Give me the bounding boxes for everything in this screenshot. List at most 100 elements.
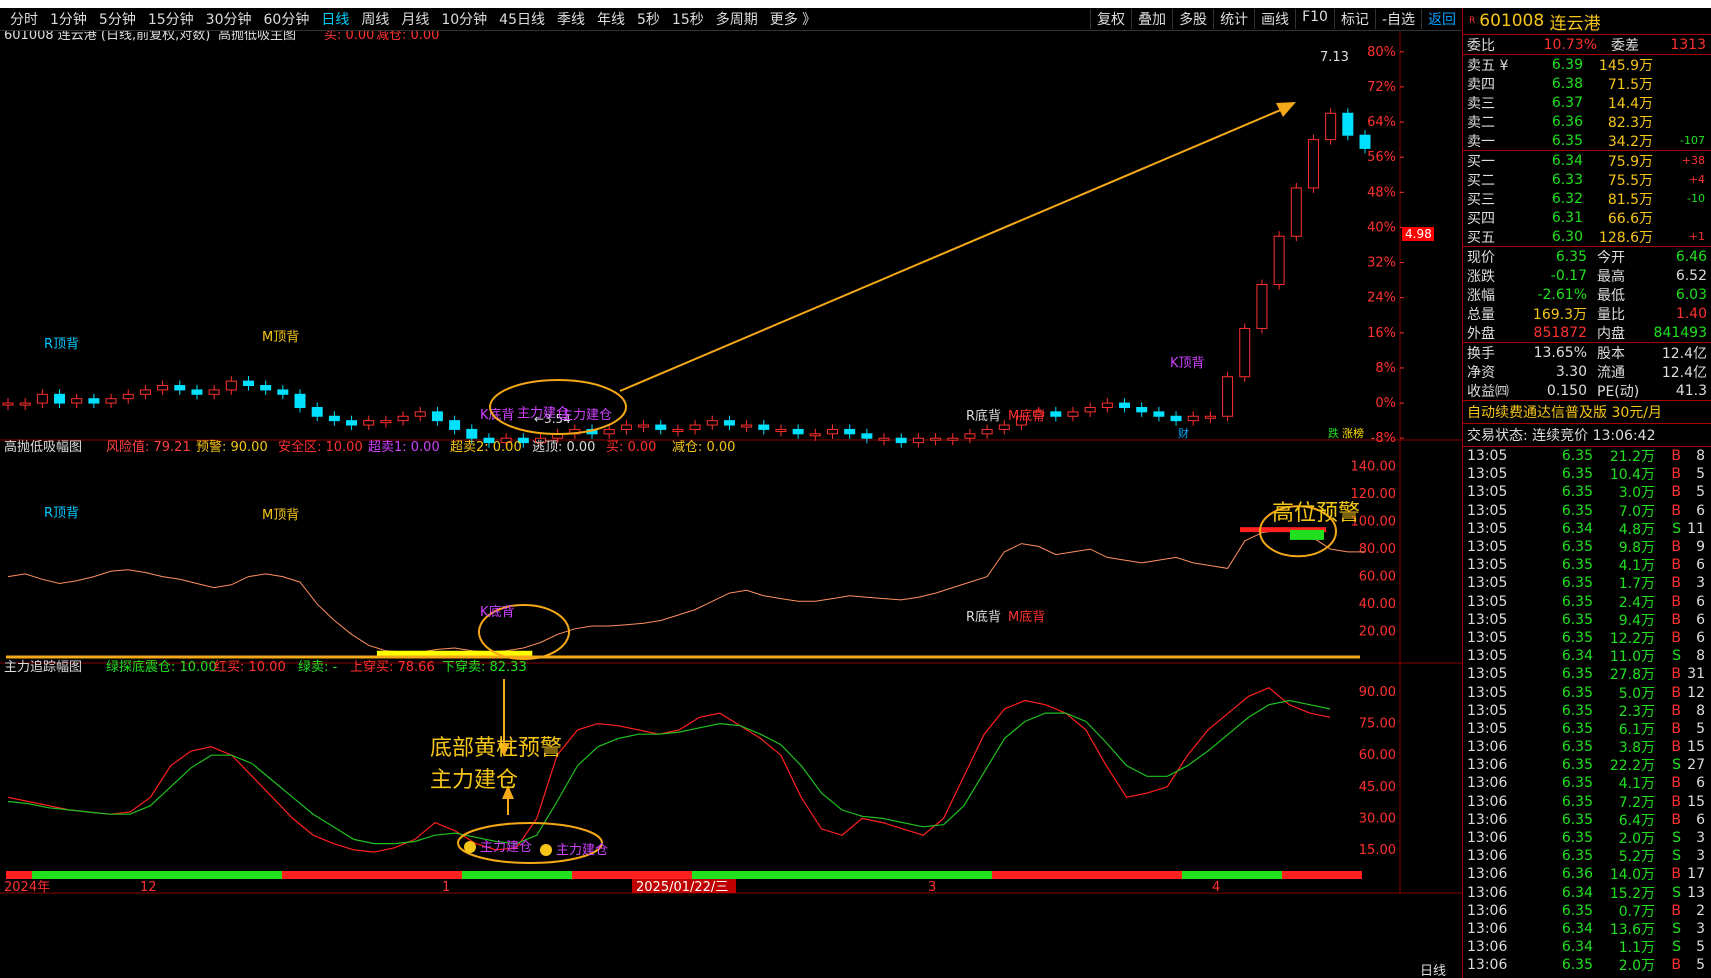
period-tab-13[interactable]: 5秒 <box>631 9 666 29</box>
bid-row[interactable]: 买二 6.33 75.5万 +4 <box>1463 170 1711 189</box>
sub2-param: 上穿买: 78.66 <box>350 659 435 675</box>
trade-count: 3 <box>1696 920 1705 937</box>
trade-direction: B <box>1671 666 1681 683</box>
sub1-param: 风险值: 79.21 <box>106 439 191 455</box>
candle <box>242 380 254 387</box>
main-signal-label: K顶背 <box>1170 356 1205 371</box>
toolbar-action-5[interactable]: F10 <box>1295 9 1334 29</box>
main-y-tick: 64% <box>1367 115 1396 130</box>
period-tab-1[interactable]: 1分钟 <box>44 9 93 29</box>
stat-label: 现价 <box>1467 249 1495 266</box>
trade-direction: B <box>1671 811 1681 828</box>
period-tab-16[interactable]: 更多 》 <box>764 9 822 29</box>
quote-header[interactable]: R 601008 连云港 <box>1463 8 1711 35</box>
bid-row[interactable]: 买四 6.31 66.6万 <box>1463 208 1711 227</box>
candle <box>2 402 14 406</box>
candle <box>431 411 443 422</box>
period-tab-7[interactable]: 周线 <box>355 9 395 29</box>
weibi-label: 委比 <box>1467 37 1495 54</box>
trade-row: 13:05 6.35 10.4万 B 5 <box>1463 465 1711 483</box>
bid-row[interactable]: 买一 6.34 75.9万 +38 <box>1463 151 1711 170</box>
trade-price: 6.35 <box>1561 793 1593 810</box>
sub1-param: 超卖2: 0.00 <box>450 440 522 455</box>
trade-volume: 15.2万 <box>1609 885 1655 902</box>
trade-price: 6.35 <box>1561 502 1593 519</box>
trade-row: 13:05 6.35 6.1万 B 5 <box>1463 720 1711 738</box>
toolbar-action-4[interactable]: 画线 <box>1254 9 1295 29</box>
ask-row[interactable]: 卖四 6.38 71.5万 <box>1463 74 1711 93</box>
period-tab-9[interactable]: 10分钟 <box>435 9 493 29</box>
chart-svg[interactable]: 601008 连云港 (日线,前复权,对数) 高抛低吸主图 买: 0.00 减仓: 0… <box>0 31 1462 978</box>
candle <box>1359 134 1371 149</box>
stat-value: 169.3万 <box>1532 306 1587 323</box>
trade-time: 13:05 <box>1467 448 1508 465</box>
trade-row: 13:06 6.34 1.1万 S 5 <box>1463 938 1711 956</box>
period-tab-10[interactable]: 45日线 <box>493 9 551 29</box>
ask-row[interactable]: 卖一 6.35 34.2万 -107 <box>1463 131 1711 150</box>
ad-line[interactable]: 自动续费通达信普及版 30元/月 <box>1463 401 1711 424</box>
trade-time: 13:05 <box>1467 702 1508 719</box>
candle <box>466 428 478 439</box>
period-tab-2[interactable]: 5分钟 <box>93 9 142 29</box>
trade-direction: B <box>1671 557 1681 574</box>
candle <box>1170 415 1182 422</box>
sub1-signal-label: R底背 <box>966 609 1001 625</box>
trade-direction: S <box>1672 830 1681 847</box>
stat-value: 6.46 <box>1675 248 1707 265</box>
trade-time: 13:06 <box>1467 866 1508 883</box>
candle <box>311 406 323 417</box>
period-tab-8[interactable]: 月线 <box>395 9 435 29</box>
main-y-tick: 72% <box>1367 80 1396 95</box>
sub2-param: 下穿卖: 82.33 <box>442 659 527 675</box>
ask-row[interactable]: 卖五 ¥ 6.39 145.9万 <box>1463 55 1711 74</box>
toolbar-action-3[interactable]: 统计 <box>1213 9 1254 29</box>
period-tab-4[interactable]: 30分钟 <box>200 9 258 29</box>
trade-count: 9 <box>1696 539 1705 556</box>
period-tab-3[interactable]: 15分钟 <box>142 9 200 29</box>
toolbar-action-1[interactable]: 叠加 <box>1131 9 1172 29</box>
bid-row[interactable]: 买五 6.30 128.6万 +1 <box>1463 227 1711 246</box>
sub1-signal-label: R顶背 <box>44 506 79 521</box>
toolbar-action-7[interactable]: -自选 <box>1374 9 1421 29</box>
period-tab-12[interactable]: 年线 <box>591 9 631 29</box>
trade-count: 11 <box>1687 520 1705 537</box>
ask-volume: 34.2万 <box>1607 133 1653 150</box>
period-tab-5[interactable]: 60分钟 <box>258 9 316 29</box>
toolbar-action-2[interactable]: 多股 <box>1172 9 1213 29</box>
toolbar-action-8[interactable]: 返回 <box>1421 9 1462 29</box>
period-tab-6[interactable]: 日线 <box>315 9 355 29</box>
trade-count: 27 <box>1687 757 1705 774</box>
trade-direction: S <box>1672 884 1681 901</box>
chart-area[interactable]: 601008 连云港 (日线,前复权,对数) 高抛低吸主图 买: 0.00 减仓: 0… <box>0 31 1462 978</box>
stat-value: 841493 <box>1653 324 1707 341</box>
trade-direction: B <box>1671 448 1681 465</box>
stat-label: 内盘 <box>1597 325 1625 342</box>
bid-row[interactable]: 买三 6.32 81.5万 -10 <box>1463 189 1711 208</box>
period-tab-11[interactable]: 季线 <box>551 9 591 29</box>
bid-volume: 66.6万 <box>1607 210 1653 227</box>
period-tab-0[interactable]: 分时 <box>4 9 44 29</box>
toolbar-action-0[interactable]: 复权 <box>1090 9 1131 29</box>
period-tabs: 分时 1分钟 5分钟 15分钟 30分钟 60分钟 日线 周线 月线 10分钟 45日线 季线 年线 5秒… <box>0 9 822 29</box>
ask-volume: 82.3万 <box>1607 114 1653 131</box>
candle <box>36 393 48 404</box>
trade-volume: 1.1万 <box>1618 940 1655 957</box>
trade-price: 6.35 <box>1561 848 1593 865</box>
weicha-label: 委差 <box>1611 37 1639 54</box>
main-signal-label: M底背 <box>1008 408 1045 424</box>
trade-count: 6 <box>1696 775 1705 792</box>
candle <box>260 385 272 391</box>
ask-row[interactable]: 卖二 6.36 82.3万 <box>1463 112 1711 131</box>
main-y-tick: 80% <box>1367 45 1396 60</box>
signal-strip <box>992 871 1182 879</box>
ask-row[interactable]: 卖三 6.37 14.4万 <box>1463 93 1711 112</box>
trade-direction: B <box>1671 902 1681 919</box>
period-tab-14[interactable]: 15秒 <box>666 9 710 29</box>
toolbar-action-6[interactable]: 标记 <box>1333 9 1375 29</box>
trade-volume: 9.8万 <box>1618 540 1655 557</box>
period-tab-15[interactable]: 多周期 <box>710 9 764 29</box>
trade-count: 5 <box>1696 466 1705 483</box>
weibi-value: 10.73% <box>1543 36 1597 53</box>
trade-price: 6.36 <box>1561 866 1593 883</box>
candle <box>139 389 151 395</box>
